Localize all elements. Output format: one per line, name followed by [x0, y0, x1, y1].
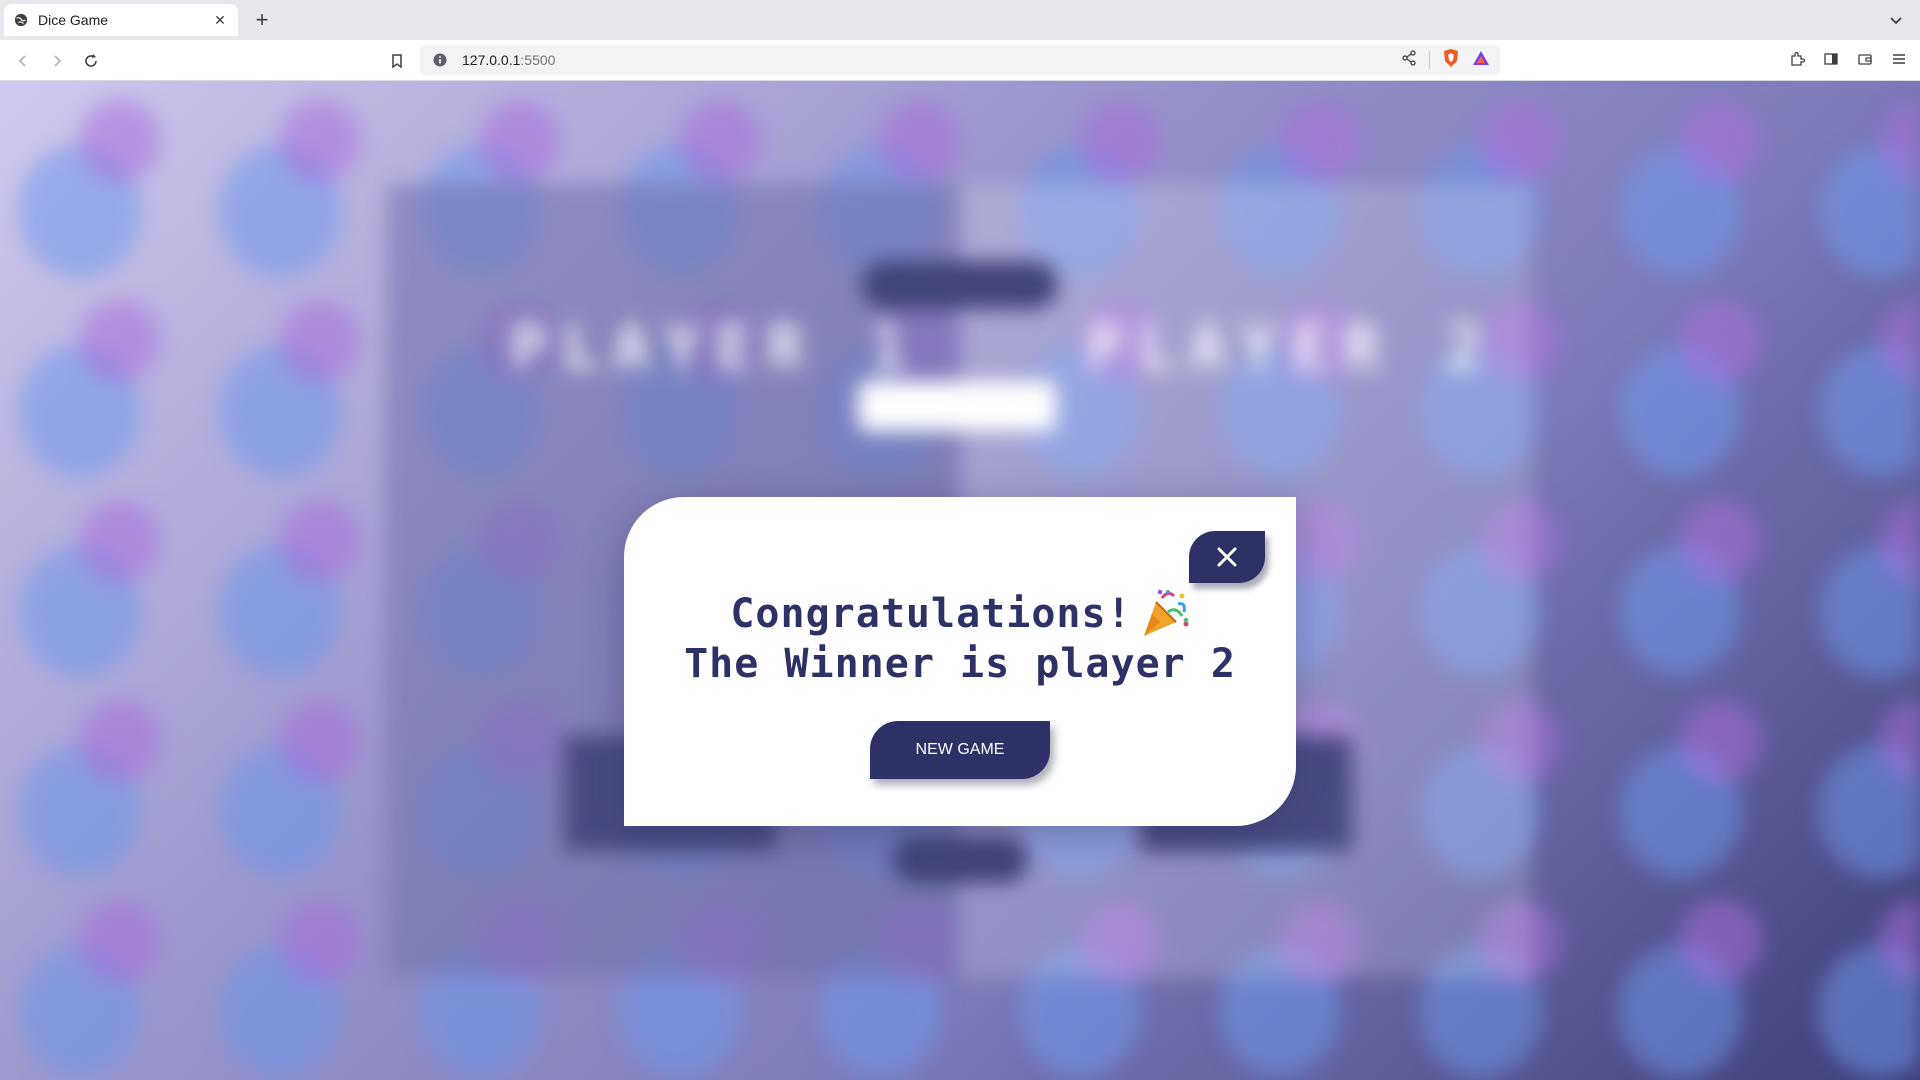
tab-title: Dice Game [38, 12, 109, 28]
back-arrow-icon[interactable] [10, 48, 36, 74]
url-port: :5500 [520, 52, 556, 68]
forward-arrow-icon[interactable] [44, 48, 70, 74]
omnibox-divider [1429, 51, 1430, 69]
address-bar[interactable]: 127.0.0.1:5500 [420, 45, 1500, 75]
winner-modal: Congratulations! The Winner is player 2 [624, 497, 1296, 826]
chevron-down-icon[interactable] [1886, 10, 1906, 30]
brave-shield-icon[interactable] [1442, 48, 1460, 73]
congrats-text: Congratulations! [730, 591, 1132, 637]
winner-text: The Winner is player 2 [684, 641, 1236, 687]
share-icon[interactable] [1401, 49, 1417, 71]
brave-rewards-icon[interactable] [1472, 50, 1490, 71]
page-viewport: PLAYER 1 PLAYER 2 Congratulations! The W… [0, 81, 1920, 1080]
wallet-icon[interactable] [1854, 48, 1876, 70]
sidebar-toggle-icon[interactable] [1820, 48, 1842, 70]
winner-message: Congratulations! The Winner is player 2 [624, 589, 1296, 689]
player1-name: PLAYER 1 [510, 311, 921, 384]
tab-strip: Dice Game ✕ + [0, 0, 1920, 40]
toolbar-right-icons [1786, 48, 1910, 70]
hold-button[interactable] [892, 837, 1028, 883]
site-info-icon[interactable] [432, 52, 448, 68]
new-tab-icon[interactable]: + [250, 7, 274, 32]
close-modal-button[interactable] [1189, 531, 1265, 583]
tab-close-icon[interactable]: ✕ [212, 12, 228, 28]
player2-name: PLAYER 2 [1086, 311, 1497, 384]
party-popper-icon [1143, 589, 1189, 636]
reload-icon[interactable] [78, 48, 104, 74]
browser-toolbar: 127.0.0.1:5500 [0, 40, 1920, 81]
browser-tab[interactable]: Dice Game ✕ [4, 4, 238, 36]
url-text: 127.0.0.1:5500 [462, 52, 555, 68]
url-host: 127.0.0.1 [462, 52, 521, 68]
bookmark-icon[interactable] [384, 48, 410, 74]
globe-icon [14, 13, 28, 27]
new-game-background-button[interactable] [862, 261, 1058, 309]
dice-image [858, 381, 1056, 431]
menu-hamburger-icon[interactable] [1888, 48, 1910, 70]
new-game-button[interactable]: NEW GAME [870, 721, 1050, 779]
extensions-puzzle-icon[interactable] [1786, 48, 1808, 70]
close-icon [1217, 547, 1237, 567]
